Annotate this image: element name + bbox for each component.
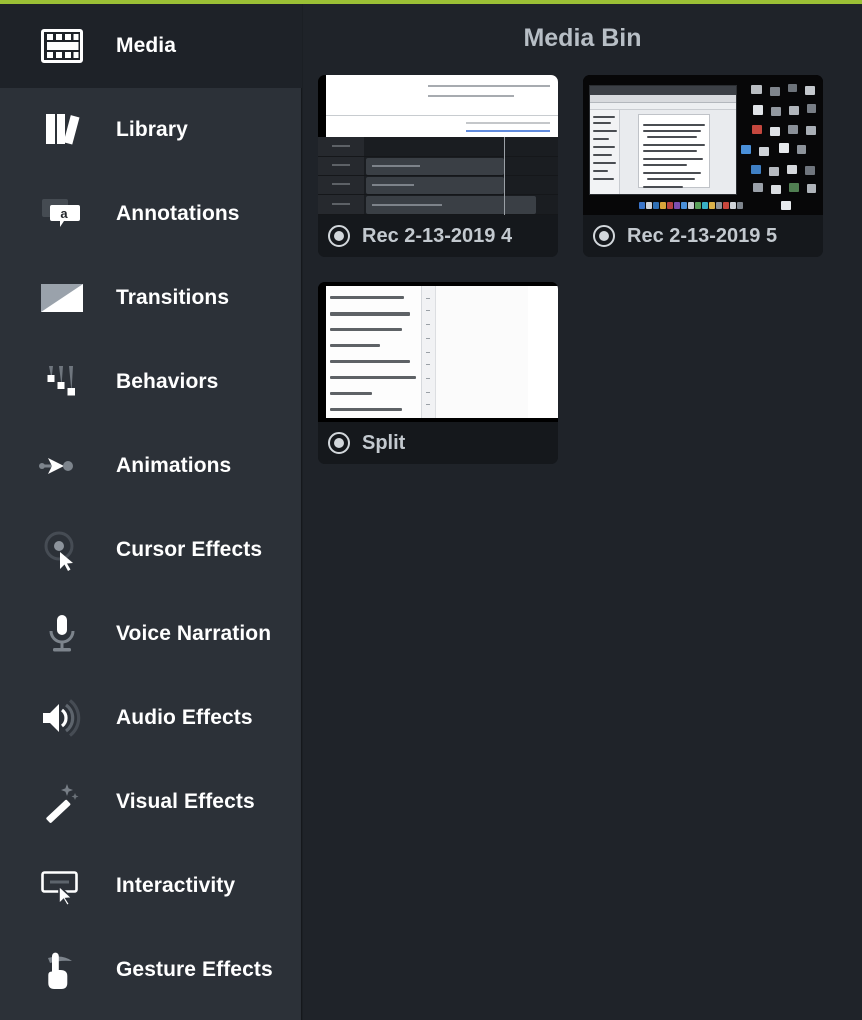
sidebar-item-annotations[interactable]: a Annotations bbox=[0, 172, 302, 256]
diagonal-split-icon bbox=[34, 272, 90, 324]
record-icon bbox=[328, 225, 350, 247]
sidebar: Media Library a Annotations Transitions … bbox=[0, 4, 302, 1020]
sidebar-item-label: Cursor Effects bbox=[116, 538, 263, 561]
sidebar-item-behaviors[interactable]: Behaviors bbox=[0, 340, 302, 424]
magic-wand-icon bbox=[34, 776, 90, 828]
thumbnail-document-outline-screenshot bbox=[318, 282, 558, 422]
svg-text:a: a bbox=[60, 206, 68, 221]
record-icon bbox=[593, 225, 615, 247]
media-item-caption: Rec 2-13-2019 5 bbox=[583, 215, 823, 257]
panel-title: Media Bin bbox=[523, 24, 642, 52]
sidebar-item-interactivity[interactable]: Interactivity bbox=[0, 844, 302, 928]
sidebar-item-label: Library bbox=[116, 118, 188, 141]
thumbnail-timeline-screenshot bbox=[318, 75, 558, 215]
sidebar-item-visual-effects[interactable]: Visual Effects bbox=[0, 760, 302, 844]
motion-trails-icon bbox=[34, 356, 90, 408]
media-item-name: Split bbox=[362, 431, 406, 454]
sidebar-item-label: Annotations bbox=[116, 202, 240, 225]
speech-bubble-a-icon: a bbox=[34, 188, 90, 240]
sidebar-item-label: Interactivity bbox=[116, 874, 236, 897]
microphone-icon bbox=[34, 608, 90, 660]
arrow-keyframe-icon bbox=[34, 440, 90, 492]
media-item-card[interactable]: Rec 2-13-2019 5 bbox=[583, 75, 823, 257]
sidebar-item-label: Visual Effects bbox=[116, 790, 255, 813]
media-bin-panel: Media Bin Rec 2-13-2019 4 Rec 2-13-2019 … bbox=[303, 4, 862, 1020]
sidebar-item-library[interactable]: Library bbox=[0, 88, 302, 172]
media-item-card[interactable]: Split bbox=[318, 282, 558, 464]
app-window: Media Library a Annotations Transitions … bbox=[0, 0, 862, 1020]
sidebar-item-label: Media bbox=[116, 34, 177, 57]
sidebar-item-animations[interactable]: Animations bbox=[0, 424, 302, 508]
media-item-name: Rec 2-13-2019 5 bbox=[627, 224, 778, 247]
sidebar-item-label: Animations bbox=[116, 454, 232, 477]
record-icon bbox=[328, 432, 350, 454]
speaker-waves-icon bbox=[34, 692, 90, 744]
sidebar-item-label: Audio Effects bbox=[116, 706, 253, 729]
media-bin-grid: Rec 2-13-2019 4 Rec 2-13-2019 5 Split bbox=[318, 75, 862, 464]
sidebar-item-label: Gesture Effects bbox=[116, 958, 273, 981]
sidebar-item-media[interactable]: Media bbox=[0, 4, 302, 88]
media-item-caption: Rec 2-13-2019 4 bbox=[318, 215, 558, 257]
thumbnail-desktop-screenshot bbox=[583, 75, 823, 215]
sidebar-item-gesture-effects[interactable]: Gesture Effects bbox=[0, 928, 302, 1012]
cursor-ring-icon bbox=[34, 524, 90, 576]
sidebar-item-label: Voice Narration bbox=[116, 622, 272, 645]
sidebar-item-label: Behaviors bbox=[116, 370, 219, 393]
sidebar-item-voice-narration[interactable]: Voice Narration bbox=[0, 592, 302, 676]
books-icon bbox=[34, 104, 90, 156]
media-item-name: Rec 2-13-2019 4 bbox=[362, 224, 513, 247]
media-item-card[interactable]: Rec 2-13-2019 4 bbox=[318, 75, 558, 257]
sidebar-item-label: Transitions bbox=[116, 286, 230, 309]
sidebar-item-transitions[interactable]: Transitions bbox=[0, 256, 302, 340]
pointing-hand-icon bbox=[34, 944, 90, 996]
filmstrip-icon bbox=[34, 20, 90, 72]
sidebar-item-audio-effects[interactable]: Audio Effects bbox=[0, 676, 302, 760]
screen-cursor-icon bbox=[34, 860, 90, 912]
sidebar-item-cursor-effects[interactable]: Cursor Effects bbox=[0, 508, 302, 592]
media-item-caption: Split bbox=[318, 422, 558, 464]
